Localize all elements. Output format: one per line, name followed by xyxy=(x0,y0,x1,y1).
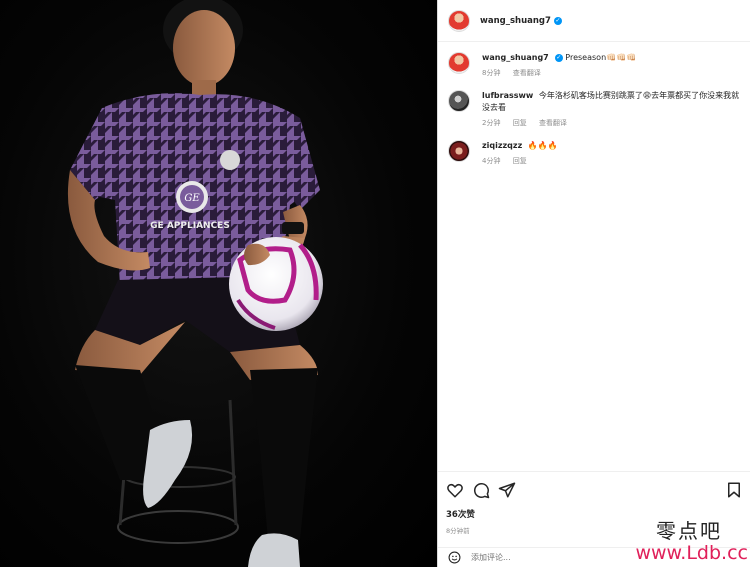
author-username-text[interactable]: wang_shuang7 xyxy=(480,16,551,26)
player-photo-illustration: GE GE APPLIANCES xyxy=(67,0,323,567)
comment-time: 4分钟 xyxy=(482,157,501,165)
comments-list: wang_shuang7 ✓ Preseason👊🏻👊🏻👊🏻 8分钟 查看翻译 l… xyxy=(438,42,750,166)
caption-time: 8分钟 xyxy=(482,69,501,77)
comment-avatar[interactable] xyxy=(448,90,470,112)
watermark-url: www.Ldb.cc xyxy=(635,542,748,564)
emoji-icon[interactable] xyxy=(448,551,461,564)
watermark-chinese: 零点吧 xyxy=(656,519,722,543)
caption-username[interactable]: wang_shuang7 xyxy=(482,53,549,62)
comment-text: 🔥🔥🔥 xyxy=(527,141,558,150)
comment-reply-button[interactable]: 回复 xyxy=(513,119,527,127)
share-icon[interactable] xyxy=(498,481,516,499)
comment-see-translation-link[interactable]: 查看翻译 xyxy=(539,119,567,127)
comment-item: ziqizzqzz 🔥🔥🔥 4分钟 回复 xyxy=(448,140,740,166)
comment-item: lufbrassww 今年洛杉矶客场比赛别跳票了😩去年票都买了你没来我就没去看 … xyxy=(448,90,740,128)
author-username[interactable]: wang_shuang7 ✓ xyxy=(480,16,562,26)
comment-username[interactable]: lufbrassww xyxy=(482,91,533,100)
post-sidebar: wang_shuang7 ✓ wang_shuang7 ✓ Preseason👊🏻👊… xyxy=(437,0,750,567)
caption-avatar[interactable] xyxy=(448,52,470,74)
add-comment-input[interactable] xyxy=(471,553,611,562)
caption-item: wang_shuang7 ✓ Preseason👊🏻👊🏻👊🏻 8分钟 查看翻译 xyxy=(448,52,740,78)
comment-time: 2分钟 xyxy=(482,119,501,127)
jersey-sponsor-text: GE APPLIANCES xyxy=(150,221,230,231)
author-avatar[interactable] xyxy=(448,9,470,32)
post-header: wang_shuang7 ✓ xyxy=(438,0,750,42)
post-photo: GE GE APPLIANCES xyxy=(0,0,437,567)
caption-text: Preseason👊🏻👊🏻👊🏻 xyxy=(565,53,637,62)
comment-reply-button[interactable]: 回复 xyxy=(513,157,527,165)
caption-see-translation-link[interactable]: 查看翻译 xyxy=(513,69,541,77)
sponsor-logo: GE xyxy=(184,193,200,204)
verified-badge-icon: ✓ xyxy=(553,16,562,25)
comment-icon[interactable] xyxy=(472,481,490,499)
comment-username[interactable]: ziqizzqzz xyxy=(482,141,522,150)
comment-avatar[interactable] xyxy=(448,140,470,162)
verified-badge-icon: ✓ xyxy=(554,54,563,62)
heart-icon[interactable] xyxy=(446,481,464,499)
bookmark-icon[interactable] xyxy=(725,481,743,499)
